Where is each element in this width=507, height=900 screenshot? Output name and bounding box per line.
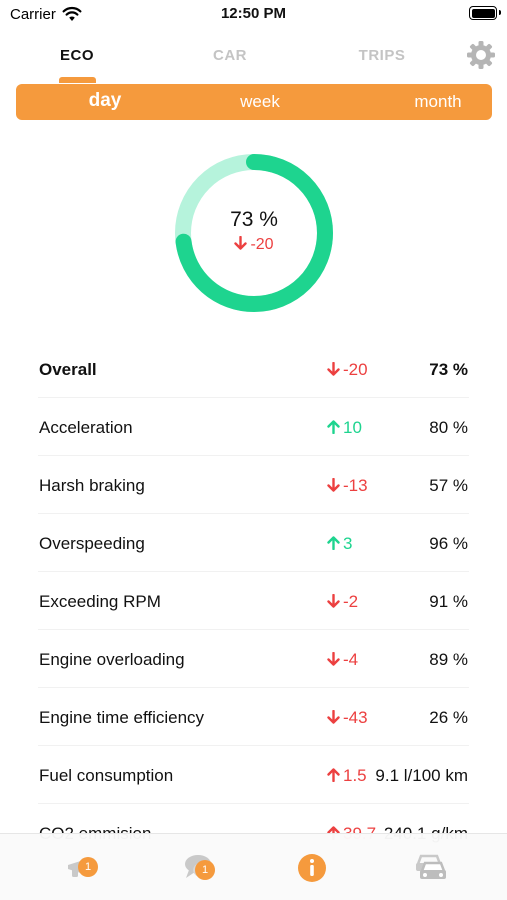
period-selector: day week month [16, 84, 492, 120]
score-delta-value: 10 [343, 418, 362, 437]
score-value: 57 % [429, 476, 468, 495]
score-row: Overall -20 73 % [0, 340, 507, 398]
score-name: Overspeeding [39, 534, 145, 553]
score-row: Overspeeding 3 96 % [0, 514, 507, 572]
score-row: Exceeding RPM -2 91 % [0, 572, 507, 630]
score-name: Exceeding RPM [39, 592, 161, 611]
arrow-down-icon [327, 652, 340, 666]
score-delta-value: -43 [343, 708, 368, 727]
score-delta-value: -13 [343, 476, 368, 495]
score-delta-value: -4 [343, 650, 359, 669]
score-delta: -2 [327, 592, 358, 612]
score-name: Fuel consumption [39, 766, 174, 785]
score-delta: 10 [327, 418, 362, 438]
score-delta-value: -2 [343, 592, 359, 611]
news-badge: 1 [78, 857, 98, 877]
arrow-down-icon [327, 594, 340, 608]
tab-bar-info[interactable] [293, 850, 337, 884]
score-delta: -20 [171, 235, 337, 254]
arrow-down-icon [327, 362, 340, 376]
period-week[interactable]: week [200, 92, 320, 112]
score-row: Engine overloading -4 89 % [0, 630, 507, 688]
tab-car[interactable]: CAR [180, 47, 280, 64]
score-value: 80 % [429, 418, 468, 437]
score-value: 73 % [230, 208, 278, 231]
score-name: Acceleration [39, 418, 133, 437]
score-value: 26 % [429, 708, 468, 727]
top-tabs: ECO CAR TRIPS [0, 38, 507, 83]
arrow-up-icon [327, 420, 340, 434]
score-value: 73 % [429, 360, 468, 379]
score-delta: -20 [327, 360, 368, 380]
period-month[interactable]: month [378, 92, 498, 112]
score-name: Overall [39, 360, 97, 379]
gear-icon[interactable] [466, 40, 496, 70]
score-value: 96 % [429, 534, 468, 553]
score-row: Acceleration 10 80 % [0, 398, 507, 456]
arrow-down-icon [234, 235, 248, 250]
score-delta: -43 [327, 708, 368, 728]
arrow-down-icon [327, 478, 340, 492]
tab-eco[interactable]: ECO [27, 47, 127, 64]
score-delta-value: -20 [250, 236, 274, 253]
score-value: 91 % [429, 592, 468, 611]
score-value: 9.1 l/100 km [375, 766, 468, 785]
score-delta-value: -20 [343, 360, 368, 379]
active-tab-indicator [59, 77, 96, 83]
status-time: 12:50 PM [220, 5, 287, 22]
status-bar: Carrier 12:50 PM [0, 0, 507, 30]
info-icon [298, 854, 326, 882]
tab-bar-news[interactable]: 1 [64, 850, 108, 884]
tab-bar: 1 1 [0, 833, 507, 900]
score-delta: -13 [327, 476, 368, 496]
score-name: Engine time efficiency [39, 708, 205, 727]
score-delta-value: 1.5 [343, 766, 367, 785]
tab-bar-cars[interactable] [410, 850, 454, 884]
score-value: 89 % [429, 650, 468, 669]
score-donut [175, 154, 333, 312]
score-row: Engine time efficiency -43 26 % [0, 688, 507, 746]
arrow-up-icon [327, 536, 340, 550]
period-day[interactable]: day [45, 90, 165, 112]
messages-badge: 1 [195, 860, 215, 880]
score-delta: 1.5 [327, 766, 367, 786]
arrow-up-icon [327, 768, 340, 782]
score-row: Fuel consumption 1.5 9.1 l/100 km [0, 746, 507, 804]
arrow-down-icon [327, 710, 340, 724]
battery-icon [469, 6, 501, 20]
score-delta-value: 3 [343, 534, 353, 553]
score-name: Engine overloading [39, 650, 185, 669]
score-delta: 3 [327, 534, 352, 554]
tab-trips[interactable]: TRIPS [332, 47, 432, 64]
score-delta: -4 [327, 650, 358, 670]
score-row: Harsh braking -13 57 % [0, 456, 507, 514]
tab-bar-messages[interactable]: 1 [180, 850, 224, 884]
cars-icon [416, 854, 446, 879]
score-name: Harsh braking [39, 476, 145, 495]
